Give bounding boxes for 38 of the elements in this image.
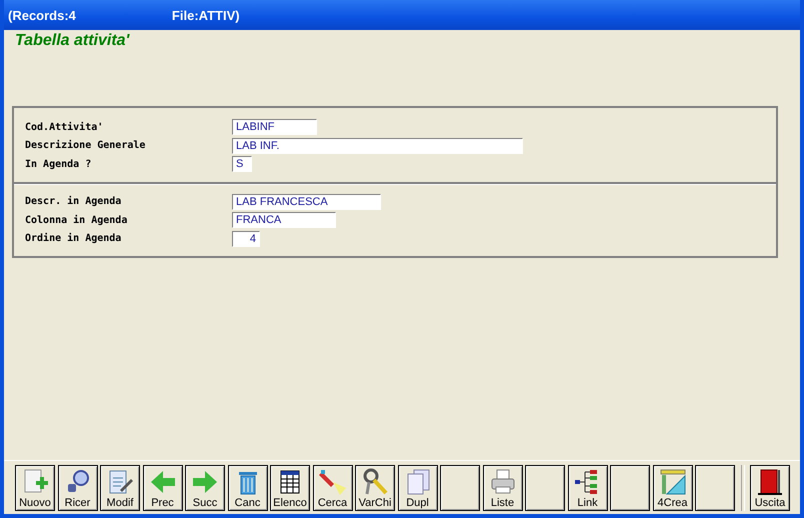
toolbar-button[interactable]: Uscita: [750, 464, 790, 510]
input-field[interactable]: 4: [232, 230, 260, 247]
field-label: Cod.Attivita': [25, 122, 104, 133]
toolbar-button[interactable]: Modif: [100, 464, 140, 510]
toolbar-button[interactable]: Succ: [185, 464, 225, 510]
flashlight-icon: [318, 468, 346, 496]
field-label: In Agenda ?: [25, 158, 92, 170]
blank-button[interactable]: [610, 464, 650, 510]
toolbar-button[interactable]: Cerca: [312, 464, 352, 510]
toolbar-button[interactable]: Canc: [228, 464, 268, 510]
toolbar-button[interactable]: Dupl: [398, 464, 438, 510]
file-name: File:ATTIV): [172, 8, 240, 22]
toolbar-button[interactable]: Link: [568, 464, 608, 510]
toolbar-button[interactable]: VarChi: [355, 464, 395, 510]
form-heading: Tabella attivita': [14, 31, 131, 51]
toolbar-button[interactable]: Prec: [142, 464, 182, 510]
field-label: Colonna in Agenda: [25, 214, 128, 226]
keys-icon: [361, 468, 389, 496]
window-title: (Records:4: [8, 8, 76, 22]
input-field[interactable]: FRANCA: [232, 212, 336, 228]
input-field[interactable]: LABINF: [232, 119, 317, 136]
field-label: Descrizione Generale: [25, 140, 146, 152]
toolbar-button[interactable]: Ricer: [58, 464, 98, 510]
field-label: Ordine in Agenda: [25, 233, 122, 244]
blank-button[interactable]: [695, 464, 735, 510]
input-field[interactable]: LAB FRANCESCA: [232, 194, 381, 210]
field-label: Descr. in Agenda: [25, 196, 122, 208]
toolbar-button[interactable]: Liste: [482, 464, 522, 510]
blank-button[interactable]: [525, 464, 565, 510]
input-field[interactable]: S: [232, 156, 252, 172]
toolbar-button[interactable]: 4Crea: [652, 464, 692, 510]
printer-icon: [488, 468, 516, 496]
door-icon: [756, 468, 784, 496]
toolbar-button[interactable]: Elenco: [270, 464, 310, 510]
toolbar-button[interactable]: Nuovo: [15, 464, 55, 510]
input-field[interactable]: LAB INF.: [232, 138, 523, 154]
ruler-triangle-icon: [658, 468, 686, 496]
blank-button[interactable]: [440, 464, 480, 510]
